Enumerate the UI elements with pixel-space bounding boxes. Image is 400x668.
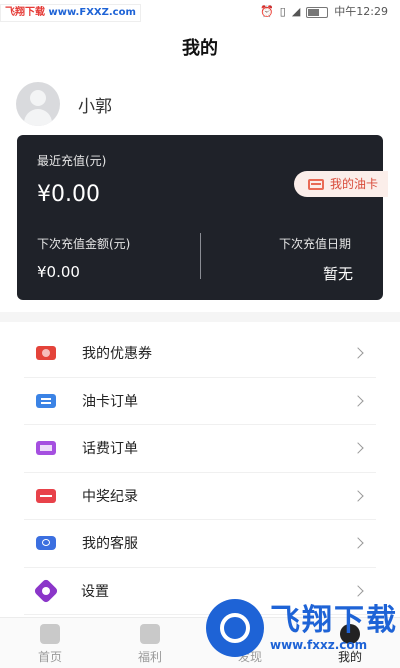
battery-icon bbox=[306, 6, 329, 18]
watermark-url: www.fxxz.com bbox=[270, 637, 368, 652]
tab-label: 福利 bbox=[137, 650, 162, 664]
vibrate-icon: ▯ bbox=[279, 5, 286, 18]
chevron-right-icon bbox=[352, 442, 364, 454]
card-icon bbox=[307, 178, 324, 190]
recent-recharge-label: 最近充值(元) bbox=[37, 154, 107, 168]
my-oil-card-label: 我的油卡 bbox=[329, 177, 378, 191]
next-amount-value: ¥0.00 bbox=[37, 263, 80, 281]
oil-order-icon bbox=[36, 393, 56, 408]
watermark-text: 飞翔下载 www.fxxz.com bbox=[270, 602, 398, 652]
recent-recharge-amount: ¥0.00 bbox=[37, 182, 100, 207]
chevron-right-icon bbox=[352, 347, 364, 359]
menu-item-label: 我的优惠券 bbox=[82, 346, 152, 363]
next-date-value: 暂无 bbox=[322, 265, 353, 283]
watermark-top: 飞翔下载 www.FXXZ.com bbox=[0, 4, 141, 22]
settings-icon bbox=[33, 578, 59, 604]
watermark-title: 飞翔下载 bbox=[270, 602, 398, 638]
my-oil-card-button[interactable]: 我的油卡 bbox=[293, 171, 388, 197]
tab-welfare[interactable]: 福利 bbox=[100, 618, 200, 668]
menu-list: 我的优惠券 油卡订单 话费订单 中奖纪录 我的客服 设置 bbox=[0, 330, 400, 615]
user-profile[interactable]: 小郭 bbox=[16, 82, 112, 126]
prize-icon bbox=[36, 488, 56, 503]
status-time: 中午12:29 bbox=[334, 5, 388, 18]
gift-icon bbox=[140, 624, 160, 644]
avatar[interactable] bbox=[16, 82, 60, 126]
menu-item-label: 话费订单 bbox=[82, 441, 138, 458]
menu-item-label: 中奖纪录 bbox=[82, 488, 138, 505]
watermark-top-brand: 飞翔下载 bbox=[5, 7, 45, 18]
watermark-logo bbox=[206, 598, 264, 657]
menu-item-label: 油卡订单 bbox=[82, 393, 138, 410]
chevron-right-icon bbox=[352, 537, 364, 549]
card-divider bbox=[200, 233, 201, 279]
phone-bill-icon bbox=[36, 441, 56, 456]
menu-item-label: 设置 bbox=[81, 583, 109, 600]
watermark-top-url: www.FXXZ.com bbox=[48, 7, 136, 18]
menu-item-label: 我的客服 bbox=[82, 536, 138, 553]
section-divider bbox=[0, 312, 400, 322]
menu-item-phone-orders[interactable]: 话费订单 bbox=[24, 425, 376, 473]
menu-item-coupons[interactable]: 我的优惠券 bbox=[24, 330, 376, 378]
status-icons: ⏰ ▯ ◢ 中午12:29 bbox=[260, 4, 388, 20]
menu-item-prize-records[interactable]: 中奖纪录 bbox=[24, 473, 376, 520]
home-icon bbox=[40, 624, 60, 644]
coupon-icon bbox=[36, 346, 56, 361]
chevron-right-icon bbox=[352, 395, 364, 407]
recharge-card: 最近充值(元) ¥0.00 我的油卡 下次充值金额(元) ¥0.00 下次充值日… bbox=[17, 135, 388, 300]
tab-home[interactable]: 首页 bbox=[0, 618, 100, 668]
tab-label: 首页 bbox=[37, 650, 62, 664]
alarm-icon: ⏰ bbox=[260, 5, 274, 18]
signal-icon: ◢ bbox=[291, 5, 301, 18]
next-amount-label: 下次充值金额(元) bbox=[37, 237, 131, 251]
watermark-bottom: 飞翔下载 www.fxxz.com bbox=[200, 588, 400, 667]
menu-item-oil-orders[interactable]: 油卡订单 bbox=[24, 378, 376, 425]
username: 小郭 bbox=[78, 96, 112, 117]
status-bar: 飞翔下载 www.FXXZ.com ⏰ ▯ ◢ 中午12:29 bbox=[0, 0, 400, 24]
menu-item-customer-service[interactable]: 我的客服 bbox=[24, 520, 376, 568]
chevron-right-icon bbox=[352, 490, 364, 502]
next-date-label: 下次充值日期 bbox=[278, 237, 351, 251]
page-title: 我的 bbox=[182, 38, 218, 59]
service-icon bbox=[36, 536, 56, 551]
